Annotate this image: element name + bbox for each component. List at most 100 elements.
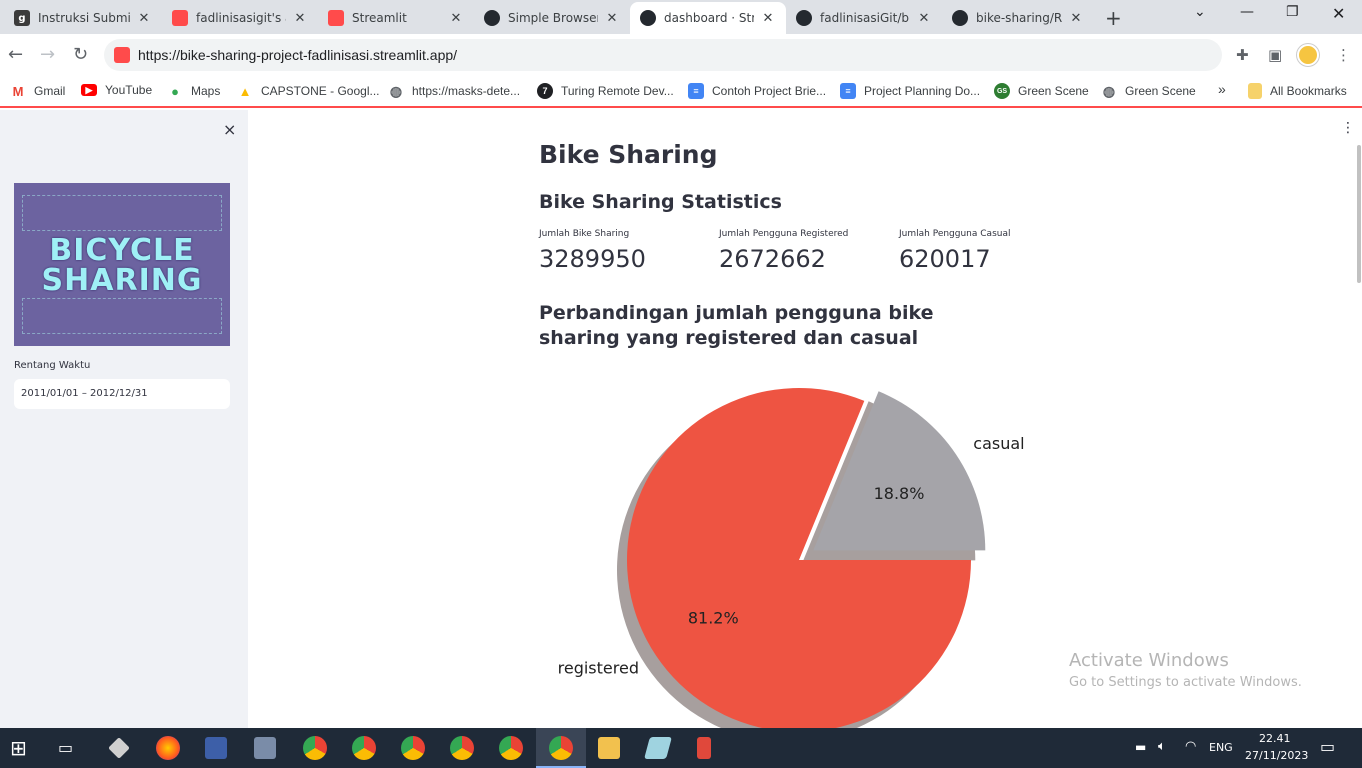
app-icon[interactable] [108,737,130,759]
chrome-icon[interactable] [549,736,573,760]
chrome-icon[interactable] [450,736,474,760]
chrome-icon[interactable] [303,736,327,760]
windows-start-icon[interactable]: ⊞ [10,736,27,760]
bookmark-item[interactable]: GS Green Scene [994,83,1089,99]
extensions-puzzle-icon[interactable]: ✚ [1236,46,1249,64]
address-url[interactable]: https://bike-sharing-project-fadlinisasi… [138,47,457,63]
browser-tab[interactable]: Streamlit ✕ [318,2,474,34]
bookmark-item[interactable]: ≡ Project Planning Do... [840,83,980,99]
chrome-icon[interactable] [352,736,376,760]
github-favicon-icon [640,10,656,26]
new-tab-button[interactable]: + [1105,6,1122,30]
browser-tab[interactable]: bike-sharing/RE ✕ [942,2,1094,34]
tab-title: fadlinisasiGit/bik [820,11,910,25]
browser-tab[interactable]: g Instruksi Submis ✕ [4,2,162,34]
bookmark-item[interactable]: ◍ https://masks-dete... [388,83,520,99]
file-explorer-icon[interactable] [598,737,620,759]
browser-tab[interactable]: fadlinisasiGit/bik ✕ [786,2,942,34]
bookmark-label: Contoh Project Brie... [712,84,827,98]
github-favicon-icon [952,10,968,26]
clock-date[interactable]: 27/11/2023 [1245,749,1308,762]
address-bar[interactable]: https://bike-sharing-project-fadlinisasi… [104,39,1222,71]
tab-search-icon[interactable]: ⌄ [1194,4,1206,20]
monitor-app-icon[interactable] [254,737,276,759]
bookmark-item[interactable]: ◍ Green Scene [1101,83,1196,99]
date-range-label: Rentang Waktu [14,360,91,371]
bookmarks-bar: M Gmail ▶ YouTube ● Maps ▲ CAPSTONE - Googl.… [0,76,1362,108]
back-arrow-icon[interactable]: ← [8,44,23,65]
tab-title: Streamlit [352,11,407,25]
browser-tab[interactable]: fadlinisasigit's ap ✕ [162,2,318,34]
tab-close-icon[interactable]: ✕ [1068,11,1084,26]
git-app-icon[interactable] [697,737,711,759]
tab-close-icon[interactable]: ✕ [448,11,464,26]
bookmark-item[interactable]: ▶ YouTube [81,83,152,97]
bicycle-sharing-logo: BICYCLE SHARING [14,183,230,346]
pie-pct-label: 18.8% [874,484,925,503]
floppy-app-icon[interactable] [205,737,227,759]
profile-avatar-icon[interactable] [1297,44,1319,66]
bookmark-label: Gmail [34,84,66,98]
bookmark-label: Green Scene [1018,84,1089,98]
tab-close-icon[interactable]: ✕ [292,11,308,26]
close-window-icon[interactable]: ✕ [1332,4,1345,23]
tab-title: dashboard · Stre [664,11,754,25]
restore-icon[interactable]: ❐ [1286,4,1299,20]
tab-close-icon[interactable]: ✕ [760,11,776,26]
logo-decoration [22,195,222,231]
side-panel-icon[interactable]: ▣ [1268,46,1282,64]
logo-decoration [22,298,222,334]
notifications-icon[interactable]: ▭ [1320,737,1335,756]
volume-icon[interactable]: 🔈︎ [1158,739,1166,754]
metric-value: 2672662 [719,245,826,273]
task-view-icon[interactable]: ▭ [58,738,73,757]
bookmark-item[interactable]: 7 Turing Remote Dev... [537,83,674,99]
pie-pct-label: 81.2% [688,608,739,627]
turing-icon: 7 [537,83,553,99]
app-menu-icon[interactable]: ⋮ [1341,120,1355,136]
pie-category-label: casual [973,434,1024,453]
wifi-icon[interactable]: ◠ [1185,739,1196,754]
date-range-input[interactable]: 2011/01/01 – 2012/12/31 [14,379,230,409]
maps-pin-icon: ● [171,83,179,99]
streamlit-favicon-icon [172,10,188,26]
clock-time[interactable]: 22.41 [1259,732,1291,745]
forward-arrow-icon[interactable]: → [40,44,55,65]
chrome-icon[interactable] [499,736,523,760]
all-bookmarks-item[interactable]: All Bookmarks [1248,83,1347,99]
reload-icon[interactable]: ↻ [73,44,88,65]
tab-close-icon[interactable]: ✕ [604,11,620,26]
browser-tab-active[interactable]: dashboard · Stre ✕ [630,2,786,34]
browser-tab[interactable]: Simple Browser ✕ [474,2,630,34]
network-status-icon[interactable]: ▬ [1135,740,1146,754]
metric-label: Jumlah Bike Sharing [539,229,630,239]
browser-menu-icon[interactable]: ⋮ [1336,46,1351,64]
bookmark-label: Turing Remote Dev... [561,84,674,98]
bookmark-item[interactable]: ▲ CAPSTONE - Googl... [237,83,380,99]
sidebar: × BICYCLE SHARING Rentang Waktu 2011/01/… [0,110,248,728]
more-bookmarks-button[interactable]: » [1218,81,1226,97]
windows-taskbar: ⊞ ▭ ▬ 🔈︎ ◠ ENG 22.41 27/11/2023 ▭ [0,728,1362,768]
notes-app-icon[interactable] [644,737,672,759]
metric-label: Jumlah Pengguna Casual [899,229,1011,239]
tab-close-icon[interactable]: ✕ [916,11,932,26]
bookmark-item[interactable]: M Gmail [10,83,66,99]
bookmark-item[interactable]: ≡ Contoh Project Brie... [688,83,826,99]
firefox-icon[interactable] [156,736,180,760]
page-title: Bike Sharing [539,140,718,169]
scrollbar[interactable] [1357,145,1361,283]
metric-casual: Jumlah Pengguna Casual 620017 [899,229,1010,273]
globe-icon: ◍ [389,82,403,99]
google-drive-icon: ▲ [238,83,252,99]
tab-title: bike-sharing/RE [976,11,1062,25]
sidebar-close-icon[interactable]: × [223,120,236,139]
bookmark-item[interactable]: ● Maps [167,83,220,99]
browser-tab-strip: g Instruksi Submis ✕ fadlinisasigit's ap… [0,0,1362,34]
minimize-icon[interactable]: — [1240,4,1254,20]
language-indicator[interactable]: ENG [1209,741,1233,754]
google-docs-icon: ≡ [688,83,704,99]
activate-windows-watermark: Activate Windows Go to Settings to activ… [1069,650,1302,690]
tab-close-icon[interactable]: ✕ [136,11,152,26]
chrome-icon[interactable] [401,736,425,760]
folder-icon [1248,83,1262,99]
